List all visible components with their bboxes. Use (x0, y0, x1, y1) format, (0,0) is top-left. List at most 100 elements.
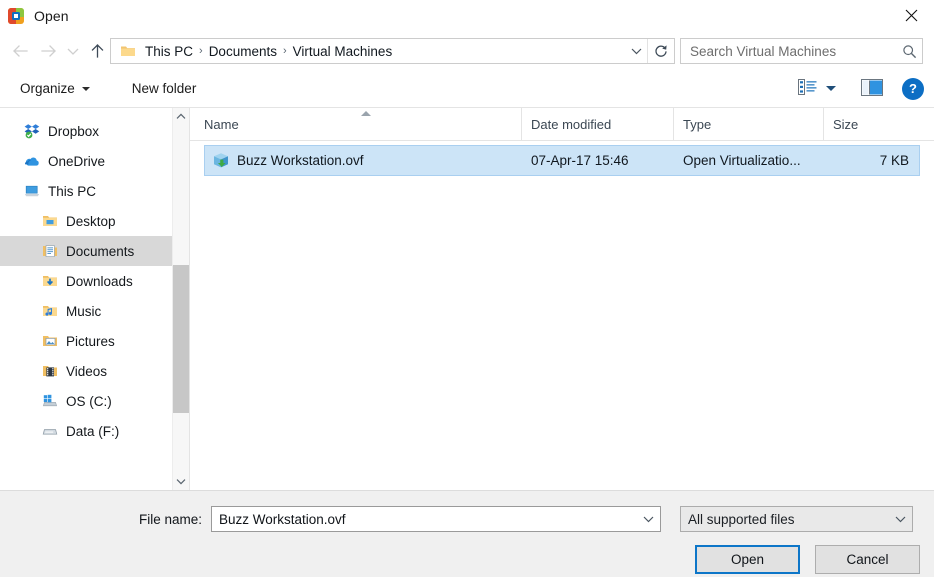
folder-icon (120, 44, 136, 58)
music-icon (42, 303, 58, 319)
dropbox-icon (24, 123, 40, 139)
navigation-pane: Dropbox OneDrive This PC Desktop Documen… (0, 108, 190, 490)
organize-button[interactable]: Organize (18, 78, 92, 99)
file-name-input[interactable]: Buzz Workstation.ovf (211, 506, 661, 532)
cancel-button[interactable]: Cancel (815, 545, 920, 574)
sidebar-item-label: Videos (66, 363, 108, 379)
file-date-cell: 07-Apr-17 15:46 (531, 153, 629, 168)
sidebar-item-label: Data (F:) (66, 423, 120, 439)
sidebar-item-label: Dropbox (48, 123, 100, 139)
address-bar-controls (625, 39, 674, 63)
pictures-icon (42, 333, 58, 349)
this-pc-icon (24, 183, 40, 199)
view-mode-button[interactable] (793, 76, 838, 102)
recent-locations-button[interactable] (62, 37, 84, 65)
vmware-icon (7, 7, 25, 25)
file-list-pane: Name Date modified Type Size Buzz Workst… (190, 108, 934, 490)
ovf-file-icon (212, 152, 230, 170)
sidebar-scrollbar[interactable] (172, 108, 189, 490)
open-file-dialog: Open This PC › Documents › Virtual Machi… (0, 0, 934, 577)
back-button[interactable] (6, 37, 34, 65)
help-icon[interactable]: ? (902, 77, 924, 100)
chevron-down-icon (81, 86, 90, 91)
breadcrumb-item-virtual-machines[interactable]: Virtual Machines (290, 42, 396, 61)
up-one-level-button[interactable] (84, 37, 110, 65)
sidebar-item-label: OS (C:) (66, 393, 112, 409)
scrollbar-track[interactable] (173, 125, 189, 473)
column-label: Name (204, 116, 239, 132)
new-folder-label: New folder (131, 81, 197, 96)
file-list: Buzz Workstation.ovf 07-Apr-17 15:46 Ope… (190, 141, 934, 490)
sidebar-item-data-f[interactable]: Data (F:) (0, 416, 172, 446)
new-folder-button[interactable]: New folder (130, 78, 199, 99)
sidebar-item-label: Music (66, 303, 102, 319)
chevron-down-icon (826, 86, 836, 91)
breadcrumb-item-documents[interactable]: Documents (206, 42, 280, 61)
address-dropdown-button[interactable] (625, 39, 647, 63)
column-label: Type (683, 116, 712, 132)
documents-icon (42, 243, 58, 259)
sidebar-item-music[interactable]: Music (0, 296, 172, 326)
dialog-body: Dropbox OneDrive This PC Desktop Documen… (0, 108, 934, 490)
windows-drive-icon (42, 393, 58, 409)
breadcrumb-separator: › (199, 45, 203, 57)
column-headers: Name Date modified Type Size (190, 108, 934, 141)
scroll-down-button[interactable] (173, 473, 189, 490)
sidebar-item-this-pc[interactable]: This PC (0, 176, 172, 206)
sidebar-item-label: Desktop (66, 213, 116, 229)
file-type-filter-value[interactable]: All supported files (681, 512, 888, 527)
sidebar-item-desktop[interactable]: Desktop (0, 206, 172, 236)
downloads-icon (42, 273, 58, 289)
sidebar-item-os-c[interactable]: OS (C:) (0, 386, 172, 416)
drive-icon (42, 423, 58, 439)
sidebar-item-pictures[interactable]: Pictures (0, 326, 172, 356)
breadcrumb-item-this-pc[interactable]: This PC (142, 42, 196, 61)
file-size-cell: 7 KB (879, 153, 909, 168)
desktop-icon (42, 213, 58, 229)
chevron-down-icon[interactable] (636, 515, 660, 523)
onedrive-icon (24, 153, 40, 169)
command-bar: Organize New folder ? (0, 70, 934, 108)
column-header-name[interactable]: Name (204, 108, 521, 140)
column-header-type[interactable]: Type (673, 108, 823, 140)
scroll-up-button[interactable] (173, 108, 189, 125)
file-type-filter-select[interactable]: All supported files (680, 506, 913, 532)
sidebar-item-videos[interactable]: Videos (0, 356, 172, 386)
sidebar-item-label: This PC (48, 183, 97, 199)
file-name-value[interactable]: Buzz Workstation.ovf (212, 512, 636, 527)
file-name-row: File name: Buzz Workstation.ovf All supp… (0, 506, 934, 532)
column-header-size[interactable]: Size (823, 108, 934, 140)
sidebar-item-dropbox[interactable]: Dropbox (0, 116, 172, 146)
breadcrumb-separator: › (282, 45, 287, 57)
open-button[interactable]: Open (695, 545, 800, 574)
videos-icon (42, 363, 58, 379)
title-bar: Open (0, 0, 934, 32)
window-title: Open (34, 8, 69, 24)
refresh-button[interactable] (647, 39, 674, 63)
forward-button[interactable] (34, 37, 62, 65)
column-header-date-modified[interactable]: Date modified (521, 108, 673, 140)
sidebar-item-label: Pictures (66, 333, 115, 349)
sidebar-item-downloads[interactable]: Downloads (0, 266, 172, 296)
file-name-cell: Buzz Workstation.ovf (205, 152, 522, 170)
open-button-label: Open (730, 552, 765, 567)
search-icon (896, 44, 922, 59)
sidebar-item-label: Downloads (66, 273, 133, 289)
sidebar-item-label: Documents (66, 243, 135, 259)
sidebar-item-label: OneDrive (48, 153, 106, 169)
close-button[interactable] (888, 0, 934, 31)
search-box[interactable]: Search Virtual Machines (680, 38, 923, 64)
preview-pane-button[interactable] (856, 76, 888, 102)
file-name-label: File name: (138, 511, 202, 527)
sidebar-item-documents[interactable]: Documents (0, 236, 172, 266)
preview-pane-icon (861, 78, 883, 99)
address-bar[interactable]: This PC › Documents › Virtual Machines (110, 38, 675, 64)
table-row[interactable]: Buzz Workstation.ovf 07-Apr-17 15:46 Ope… (204, 145, 920, 176)
navigation-bar: This PC › Documents › Virtual Machines S… (0, 32, 934, 70)
sidebar-item-onedrive[interactable]: OneDrive (0, 146, 172, 176)
cancel-button-label: Cancel (846, 552, 889, 567)
scrollbar-thumb[interactable] (173, 265, 189, 413)
chevron-down-icon[interactable] (888, 515, 912, 523)
search-input[interactable]: Search Virtual Machines (681, 44, 896, 59)
column-label: Date modified (531, 116, 612, 132)
